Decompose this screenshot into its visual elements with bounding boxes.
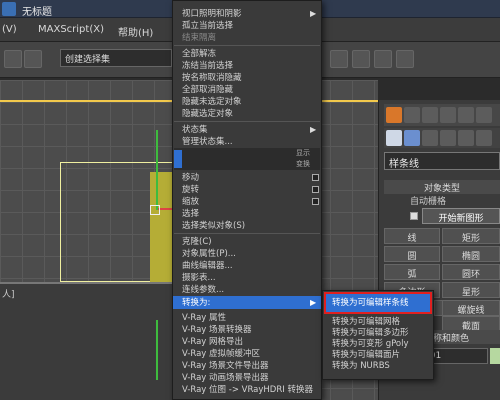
object-type-rollout[interactable]: 对象类型 [384,180,500,194]
ctx-clone[interactable]: 克隆(C) [182,236,318,248]
app-logo-icon[interactable] [2,2,16,16]
ctx-vray-mesh-export[interactable]: V-Ray 网格导出 [182,336,318,348]
menu-help[interactable]: 帮助(H) [118,24,153,39]
shape-arc-button[interactable]: 弧 [384,264,440,280]
display-tab-icon[interactable] [458,107,474,123]
ctx-convert-to[interactable]: 转换为: [182,297,318,309]
selection-set-field[interactable]: 创建选择集 [60,49,172,67]
window-title: 无标题 [22,7,52,18]
shapes-icon[interactable] [404,130,420,146]
select-icon[interactable] [24,50,42,68]
viewport-perspective[interactable]: 人] [0,282,180,400]
shape-ellipse-button[interactable]: 椭圆 [442,246,500,262]
ctx-wire-parameters[interactable]: 连线参数... [182,284,318,296]
geometry-icon[interactable] [386,130,402,146]
ctx-scale[interactable]: 缩放 [182,196,318,208]
object-color-swatch[interactable] [490,348,500,364]
ctx-unhide-all[interactable]: 全部取消隐藏 [182,84,318,96]
quad-marker [174,150,182,168]
start-new-shape-checkbox[interactable] [410,212,418,220]
cameras-icon[interactable] [440,130,456,146]
ctx-separator [174,233,320,234]
ctx-vray-anim-exporter[interactable]: V-Ray 动画场景导出器 [182,372,318,384]
ctx-vray-vfb[interactable]: V-Ray 虚拟帧缓冲区 [182,348,318,360]
ctx-move[interactable]: 移动 [182,172,318,184]
render-frame-icon[interactable] [352,50,370,68]
settings-box-icon[interactable] [312,198,319,205]
quad-label-transform: 变换 [296,160,310,168]
ctx-isolate-selection[interactable]: 孤立当前选择 [182,20,318,32]
ctx-select[interactable]: 选择 [182,208,318,220]
modify-tab-icon[interactable] [404,107,420,123]
ctx-vray-bitmap-converter[interactable]: V-Ray 位图 -> VRayHDRI 转换器 [182,384,318,396]
undo-icon[interactable] [4,50,22,68]
ctx-separator [174,121,320,122]
ctx-unhide-by-name[interactable]: 按名称取消隐藏 [182,72,318,84]
ctx-dope-sheet[interactable]: 摄影表... [182,272,318,284]
settings-box-icon[interactable] [312,174,319,181]
sub-convert-editable-spline[interactable]: 转换为可编辑样条线 [332,297,430,309]
ctx-manage-state-sets[interactable]: 管理状态集... [182,136,318,148]
settings-box-icon[interactable] [312,186,319,193]
ctx-freeze-selection[interactable]: 冻结当前选择 [182,60,318,72]
quad-label-display: 显示 [296,149,310,157]
ctx-state-sets[interactable]: 状态集 [182,124,318,136]
ctx-vray-properties[interactable]: V-Ray 属性 [182,312,318,324]
create-tab-icon[interactable] [386,107,402,123]
category-icons [384,128,500,148]
start-new-shape-button[interactable]: 开始新图形 [422,208,500,224]
sub-convert-nurbs[interactable]: 转换为 NURBS [332,360,430,372]
utilities-tab-icon[interactable] [476,107,492,123]
ctx-object-properties[interactable]: 对象属性(P)... [182,248,318,260]
shape-star-button[interactable]: 星形 [442,282,500,298]
ctx-vray-scene-exporter[interactable]: V-Ray 场景文件导出器 [182,360,318,372]
submenu-arrow-icon: ▶ [310,9,317,18]
ctx-rotate[interactable]: 旋转 [182,184,318,196]
gizmo-y-axis-lower[interactable] [156,320,158,380]
ctx-end-isolate[interactable]: 结束隔离 [182,32,318,44]
teapot-render-icon[interactable] [396,50,414,68]
ctx-select-similar[interactable]: 选择类似对象(S) [182,220,318,232]
shape-rectangle-button[interactable]: 矩形 [442,228,500,244]
ctx-vray-scene-converter[interactable]: V-Ray 场景转换器 [182,324,318,336]
spacewarps-icon[interactable] [476,130,492,146]
ctx-hide-selection[interactable]: 隐藏选定对象 [182,108,318,120]
menu-view[interactable]: (V) [2,24,17,35]
gizmo-y-axis[interactable] [156,130,158,210]
ctx-hide-unselected[interactable]: 隐藏未选定对象 [182,96,318,108]
render-icon[interactable] [374,50,392,68]
shape-donut-button[interactable]: 圆环 [442,264,500,280]
lights-icon[interactable] [422,130,438,146]
shape-line-button[interactable]: 线 [384,228,440,244]
ctx-separator [174,45,320,46]
gizmo-center[interactable] [150,205,160,215]
hierarchy-tab-icon[interactable] [422,107,438,123]
ctx-viewport-lighting[interactable]: 视口照明和阴影 [182,8,318,20]
command-panel-tabs [384,104,500,126]
helpers-icon[interactable] [458,130,474,146]
shape-helix-button[interactable]: 螺旋线 [442,300,500,316]
viewport-label[interactable]: 人] [2,287,15,300]
menu-maxscript[interactable]: MAXScript(X) [38,24,104,35]
submenu-arrow-icon: ▶ [310,125,317,134]
category-dropdown[interactable]: 样条线 [384,152,500,170]
ctx-unfreeze-all[interactable]: 全部解冻 [182,48,318,60]
submenu-arrow-icon: ▶ [310,298,317,307]
render-setup-icon[interactable] [330,50,348,68]
motion-tab-icon[interactable] [440,107,456,123]
shape-circle-button[interactable]: 圆 [384,246,440,262]
ctx-curve-editor[interactable]: 曲线编辑器... [182,260,318,272]
auto-grid-label: 自动栅格 [410,197,447,207]
